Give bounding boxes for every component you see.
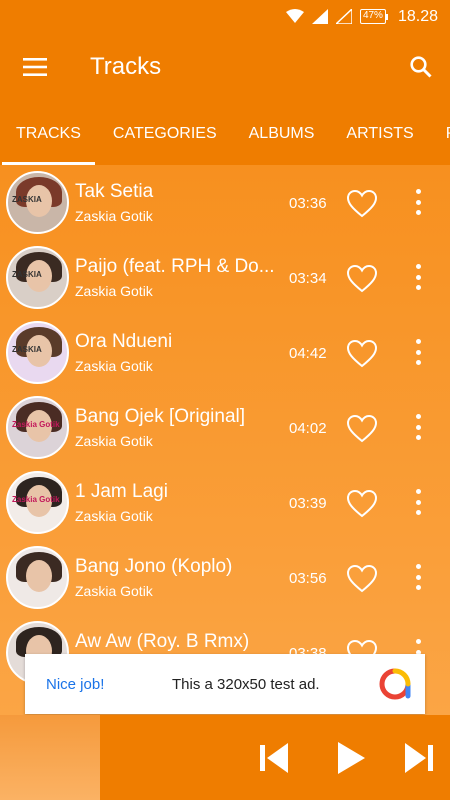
tab-albums[interactable]: ALBUMS bbox=[233, 101, 331, 165]
battery-icon: 47% bbox=[359, 9, 388, 24]
tab-artists[interactable]: ARTISTS bbox=[330, 101, 429, 165]
track-row[interactable]: Zaskia Gotik Bang Ojek [Original] Zaskia… bbox=[0, 390, 450, 465]
album-art bbox=[6, 546, 69, 609]
menu-button[interactable] bbox=[0, 33, 70, 101]
track-duration: 04:42 bbox=[289, 345, 327, 362]
track-title: Bang Jono (Koplo) bbox=[75, 556, 233, 577]
more-vert-icon[interactable] bbox=[410, 337, 426, 367]
track-title: Paijo (feat. RPH & Do... bbox=[75, 256, 275, 277]
track-title: Aw Aw (Roy. B Rmx) bbox=[75, 631, 250, 652]
tab-bar: TRACKS CATEGORIES ALBUMS ARTISTS P bbox=[0, 101, 450, 165]
tab-categories[interactable]: CATEGORIES bbox=[97, 101, 233, 165]
more-vert-icon[interactable] bbox=[410, 487, 426, 517]
track-title: Ora Ndueni bbox=[75, 331, 173, 352]
ad-banner[interactable]: Nice job! This a 320x50 test ad. bbox=[25, 654, 425, 714]
track-list: ZASKIA Tak Setia Zaskia Gotik 03:36 ZASK… bbox=[0, 165, 450, 715]
heart-icon[interactable] bbox=[346, 339, 378, 369]
track-title: Bang Ojek [Original] bbox=[75, 406, 246, 427]
tab-tracks[interactable]: TRACKS bbox=[0, 101, 97, 165]
track-artist: Zaskia Gotik bbox=[75, 508, 153, 524]
heart-icon[interactable] bbox=[346, 564, 378, 594]
album-art: Zaskia Gotik bbox=[6, 396, 69, 459]
search-icon bbox=[410, 56, 432, 78]
track-duration: 03:34 bbox=[289, 270, 327, 287]
album-art-label: ZASKIA bbox=[12, 270, 42, 279]
track-row[interactable]: ZASKIA Paijo (feat. RPH & Do... Zaskia G… bbox=[0, 240, 450, 315]
heart-icon[interactable] bbox=[346, 189, 378, 219]
track-row[interactable]: ZASKIA Tak Setia Zaskia Gotik 03:36 bbox=[0, 165, 450, 240]
track-row[interactable]: Bang Jono (Koplo) Zaskia Gotik 03:56 bbox=[0, 540, 450, 615]
album-art: ZASKIA bbox=[6, 321, 69, 384]
signal-icon bbox=[335, 9, 352, 24]
track-artist: Zaskia Gotik bbox=[75, 208, 153, 224]
heart-icon[interactable] bbox=[346, 414, 378, 444]
ad-text: This a 320x50 test ad. bbox=[172, 675, 320, 693]
track-duration: 04:02 bbox=[289, 420, 327, 437]
track-row[interactable]: ZASKIA Ora Ndueni Zaskia Gotik 04:42 bbox=[0, 315, 450, 390]
player-bar bbox=[0, 715, 450, 800]
skip-previous-icon[interactable] bbox=[258, 739, 290, 777]
more-vert-icon[interactable] bbox=[410, 262, 426, 292]
search-button[interactable] bbox=[392, 33, 450, 101]
track-row[interactable]: Zaskia Gotik 1 Jam Lagi Zaskia Gotik 03:… bbox=[0, 465, 450, 540]
status-time: 18.28 bbox=[397, 7, 438, 25]
track-title: Tak Setia bbox=[75, 181, 154, 202]
heart-icon[interactable] bbox=[346, 264, 378, 294]
album-art: Zaskia Gotik bbox=[6, 471, 69, 534]
more-vert-icon[interactable] bbox=[410, 412, 426, 442]
track-artist: Zaskia Gotik bbox=[75, 283, 153, 299]
album-art: ZASKIA bbox=[6, 171, 69, 234]
more-vert-icon[interactable] bbox=[410, 562, 426, 592]
album-art-label: ZASKIA bbox=[12, 195, 42, 204]
track-artist: Zaskia Gotik bbox=[75, 583, 153, 599]
status-bar: 47% 18.28 bbox=[0, 0, 450, 33]
album-art-label: ZASKIA bbox=[12, 345, 42, 354]
battery-level: 47% bbox=[359, 9, 386, 24]
play-icon[interactable] bbox=[335, 739, 367, 777]
track-duration: 03:56 bbox=[289, 570, 327, 587]
ad-nice-label: Nice job! bbox=[46, 675, 105, 693]
signal-icon bbox=[311, 9, 328, 24]
page-title: Tracks bbox=[90, 53, 162, 80]
more-vert-icon[interactable] bbox=[410, 187, 426, 217]
album-art-label: Zaskia Gotik bbox=[12, 420, 60, 429]
app-bar: Tracks bbox=[0, 33, 450, 101]
skip-next-icon[interactable] bbox=[403, 739, 435, 777]
menu-icon bbox=[23, 58, 47, 76]
track-duration: 03:39 bbox=[289, 495, 327, 512]
album-art-label: Zaskia Gotik bbox=[12, 495, 60, 504]
ad-logo-icon bbox=[379, 668, 411, 700]
wifi-icon bbox=[285, 9, 304, 24]
track-title: 1 Jam Lagi bbox=[75, 481, 168, 502]
album-art: ZASKIA bbox=[6, 246, 69, 309]
now-playing-art[interactable] bbox=[0, 715, 100, 800]
tab-more[interactable]: P bbox=[430, 101, 450, 165]
track-artist: Zaskia Gotik bbox=[75, 358, 153, 374]
track-duration: 03:36 bbox=[289, 195, 327, 212]
track-artist: Zaskia Gotik bbox=[75, 433, 153, 449]
heart-icon[interactable] bbox=[346, 489, 378, 519]
